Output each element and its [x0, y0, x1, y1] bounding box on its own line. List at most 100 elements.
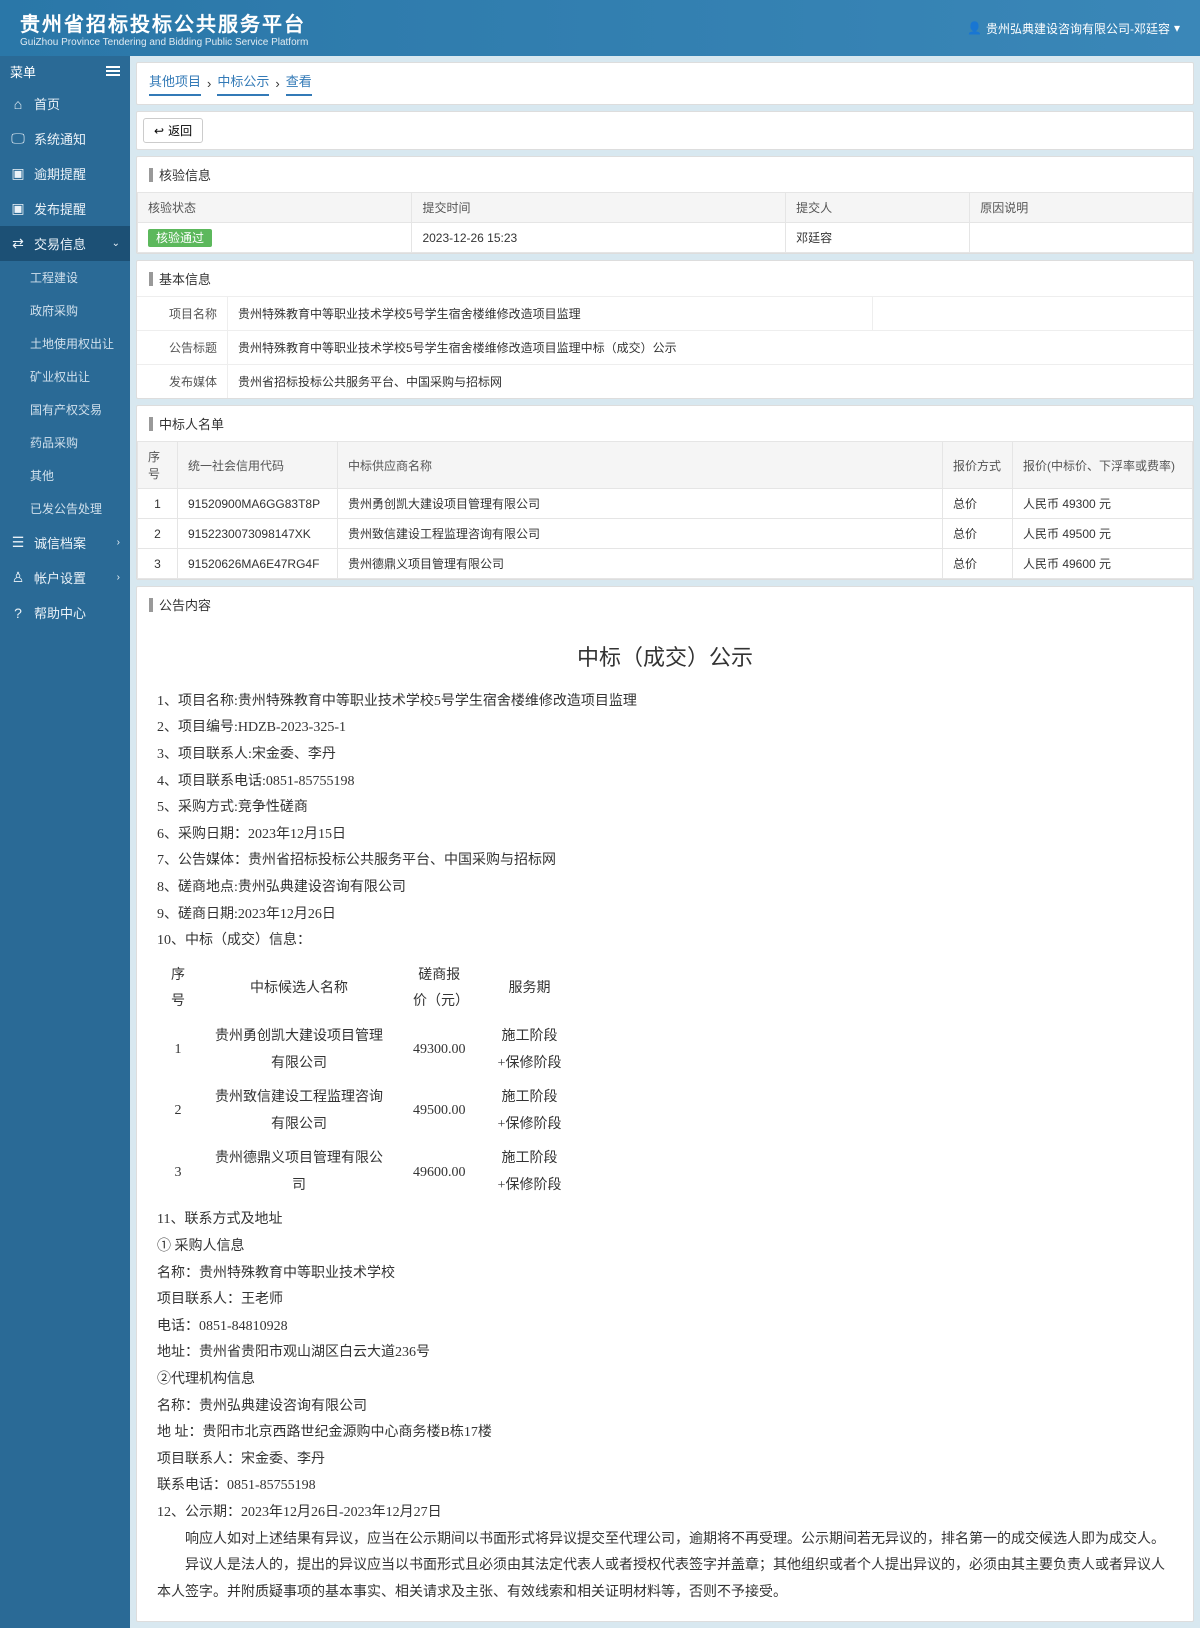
sidebar-item-label: 已发公告处理 — [30, 500, 102, 517]
submenu-trade: 工程建设 政府采购 土地使用权出让 矿业权出让 国有产权交易 药品采购 其他 已… — [0, 261, 130, 525]
sub-item[interactable]: 药品采购 — [0, 426, 130, 459]
td: 91520626MA6E47RG4F — [178, 549, 338, 579]
notice-line: 5、采购方式:竞争性磋商 — [157, 795, 1173, 822]
notice-line: 名称：贵州弘典建设咨询有限公司 — [157, 1394, 1173, 1421]
verify-table: 核验状态 提交时间 提交人 原因说明 核验通过 2023-12-26 15:23… — [137, 192, 1193, 253]
notice-line: ① 采购人信息 — [157, 1234, 1173, 1261]
menu-toggle-icon[interactable] — [106, 64, 120, 78]
status-badge: 核验通过 — [148, 229, 212, 247]
back-row: ↩ 返回 — [136, 111, 1194, 150]
info-label: 发布媒体 — [137, 365, 227, 398]
menu-label: 菜单 — [10, 62, 36, 81]
info-value: 贵州特殊教育中等职业技术学校5号学生宿舍楼维修改造项目监理 — [227, 297, 873, 330]
th: 服务期 — [480, 959, 580, 1020]
notice-para: 响应人如对上述结果有异议，应当在公示期间以书面形式将异议提交至代理公司，逾期将不… — [157, 1527, 1173, 1554]
th: 提交人 — [786, 193, 970, 223]
td: 人民币 49500 元 — [1013, 519, 1193, 549]
info-value: 贵州特殊教育中等职业技术学校5号学生宿舍楼维修改造项目监理中标（成交）公示 — [227, 331, 1193, 364]
table-row: 1贵州勇创凯大建设项目管理有限公司49300.00施工阶段+保修阶段 — [157, 1020, 580, 1081]
th: 报价(中标价、下浮率或费率) — [1013, 442, 1193, 489]
basic-panel: 基本信息 项目名称 贵州特殊教育中等职业技术学校5号学生宿舍楼维修改造项目监理 … — [136, 260, 1194, 399]
sidebar-item-label: 矿业权出让 — [30, 368, 90, 385]
sidebar-item-label: 其他 — [30, 467, 54, 484]
back-label: 返回 — [168, 122, 192, 139]
chevron-right-icon: › — [117, 572, 120, 583]
info-row: 公告标题 贵州特殊教育中等职业技术学校5号学生宿舍楼维修改造项目监理中标（成交）… — [137, 330, 1193, 364]
notice-line: 电话：0851-84810928 — [157, 1314, 1173, 1341]
notice-line: 10、中标（成交）信息： — [157, 928, 1173, 955]
notice-panel: 公告内容 中标（成交）公示 1、项目名称:贵州特殊教育中等职业技术学校5号学生宿… — [136, 586, 1194, 1622]
sub-item[interactable]: 其他 — [0, 459, 130, 492]
sidebar-item-trade[interactable]: ⇄ 交易信息 ⌄ — [0, 226, 130, 261]
panel-title: 基本信息 — [137, 261, 1193, 296]
user-menu[interactable]: 👤 贵州弘典建设咨询有限公司-邓廷容 ▾ — [967, 20, 1180, 37]
notice-line: 项目联系人：王老师 — [157, 1287, 1173, 1314]
sidebar-item-publish[interactable]: ▣ 发布提醒 — [0, 191, 130, 226]
breadcrumb-item[interactable]: 中标公示 — [217, 71, 269, 96]
sidebar-item-label: 政府采购 — [30, 302, 78, 319]
monitor-icon: 🖵 — [10, 130, 26, 147]
user-icon: ♙ — [10, 569, 26, 586]
chevron-right-icon: › — [117, 537, 120, 548]
sub-item[interactable]: 国有产权交易 — [0, 393, 130, 426]
app-title: 贵州省招标投标公共服务平台 — [20, 8, 308, 37]
th: 原因说明 — [970, 193, 1193, 223]
sub-item[interactable]: 矿业权出让 — [0, 360, 130, 393]
winners-table: 序号 统一社会信用代码 中标供应商名称 报价方式 报价(中标价、下浮率或费率) … — [137, 441, 1193, 579]
sidebar-item-label: 工程建设 — [30, 269, 78, 286]
sidebar-item-overdue[interactable]: ▣ 逾期提醒 — [0, 156, 130, 191]
app-header: 贵州省招标投标公共服务平台 GuiZhou Province Tendering… — [0, 0, 1200, 56]
sidebar-item-label: 交易信息 — [34, 234, 86, 253]
th: 提交时间 — [412, 193, 786, 223]
sub-item[interactable]: 已发公告处理 — [0, 492, 130, 525]
td: 2 — [157, 1081, 199, 1142]
info-label: 公告标题 — [137, 331, 227, 364]
info-value: 贵州省招标投标公共服务平台、中国采购与招标网 — [227, 365, 1193, 398]
help-icon: ? — [10, 605, 26, 621]
notice-body: 中标（成交）公示 1、项目名称:贵州特殊教育中等职业技术学校5号学生宿舍楼维修改… — [137, 622, 1193, 1621]
sidebar-item-notice[interactable]: 🖵 系统通知 — [0, 121, 130, 156]
notice-line: 2、项目编号:HDZB-2023-325-1 — [157, 715, 1173, 742]
notice-line: 地址：贵州省贵阳市观山湖区白云大道236号 — [157, 1340, 1173, 1367]
notice-line: 地 址：贵阳市北京西路世纪金源购中心商务楼B栋17楼 — [157, 1420, 1173, 1447]
td: 3 — [157, 1142, 199, 1203]
table-header-row: 序号 中标候选人名称 磋商报价（元） 服务期 — [157, 959, 580, 1020]
notice-lines-top: 1、项目名称:贵州特殊教育中等职业技术学校5号学生宿舍楼维修改造项目监理2、项目… — [157, 689, 1173, 955]
sub-item[interactable]: 政府采购 — [0, 294, 130, 327]
notice-line: 名称：贵州特殊教育中等职业技术学校 — [157, 1261, 1173, 1288]
th: 序号 — [157, 959, 199, 1020]
table-row: 3贵州德鼎义项目管理有限公司49600.00施工阶段+保修阶段 — [157, 1142, 580, 1203]
table-row: 2 9152230073098147XK 贵州致信建设工程监理咨询有限公司 总价… — [138, 519, 1193, 549]
td: 贵州勇创凯大建设项目管理有限公司 — [338, 489, 943, 519]
breadcrumb-item[interactable]: 查看 — [286, 71, 312, 96]
table-row: 3 91520626MA6E47RG4F 贵州德鼎义项目管理有限公司 总价 人民… — [138, 549, 1193, 579]
sidebar-item-label: 逾期提醒 — [34, 164, 86, 183]
sub-item[interactable]: 工程建设 — [0, 261, 130, 294]
sidebar-item-label: 土地使用权出让 — [30, 335, 114, 352]
th: 报价方式 — [943, 442, 1013, 489]
table-header-row: 序号 统一社会信用代码 中标供应商名称 报价方式 报价(中标价、下浮率或费率) — [138, 442, 1193, 489]
app-subtitle: GuiZhou Province Tendering and Bidding P… — [20, 37, 308, 48]
breadcrumb-item[interactable]: 其他项目 — [149, 71, 201, 96]
td: 人民币 49300 元 — [1013, 489, 1193, 519]
td: 2 — [138, 519, 178, 549]
sidebar-item-credit[interactable]: ☰ 诚信档案 › — [0, 525, 130, 560]
sidebar-item-home[interactable]: ⌂ 首页 — [0, 86, 130, 121]
td: 1 — [157, 1020, 199, 1081]
candidates-table: 序号 中标候选人名称 磋商报价（元） 服务期 1贵州勇创凯大建设项目管理有限公司… — [157, 959, 580, 1204]
status-cell: 核验通过 — [138, 223, 412, 253]
notice-line: 9、磋商日期:2023年12月26日 — [157, 902, 1173, 929]
panel-title: 核验信息 — [137, 157, 1193, 192]
sidebar-item-help[interactable]: ? 帮助中心 — [0, 595, 130, 630]
sub-item[interactable]: 土地使用权出让 — [0, 327, 130, 360]
clock-icon: ▣ — [10, 165, 26, 182]
sidebar-item-account[interactable]: ♙ 帐户设置 › — [0, 560, 130, 595]
td: 3 — [138, 549, 178, 579]
winners-panel: 中标人名单 序号 统一社会信用代码 中标供应商名称 报价方式 报价(中标价、下浮… — [136, 405, 1194, 580]
table-row: 核验通过 2023-12-26 15:23 邓廷容 — [138, 223, 1193, 253]
exchange-icon: ⇄ — [10, 235, 26, 252]
info-row: 项目名称 贵州特殊教育中等职业技术学校5号学生宿舍楼维修改造项目监理 — [137, 296, 1193, 330]
back-button[interactable]: ↩ 返回 — [143, 118, 203, 143]
td: 贵州致信建设工程监理咨询有限公司 — [199, 1081, 399, 1142]
sidebar-item-label: 发布提醒 — [34, 199, 86, 218]
